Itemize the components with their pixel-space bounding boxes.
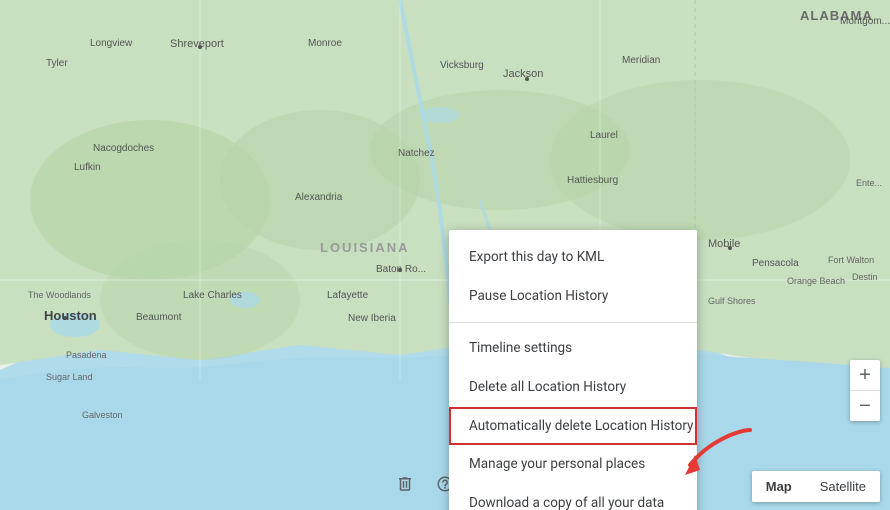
menu-divider-1 [449,322,697,323]
map-type-toggle: Map Satellite [752,471,880,502]
zoom-out-button[interactable]: − [850,391,880,421]
map-container: ALABAMA LOUISIANA Shreveport Longview Ty… [0,0,890,510]
map-type-map-button[interactable]: Map [752,471,806,502]
menu-item-export-kml[interactable]: Export this day to KML [449,238,697,277]
trash-button[interactable] [387,466,423,502]
menu-item-timeline-settings[interactable]: Timeline settings [449,329,697,368]
menu-item-pause-history[interactable]: Pause Location History [449,277,697,316]
menu-item-download-data[interactable]: Download a copy of all your data [449,484,697,510]
map-background [0,0,890,510]
map-type-satellite-button[interactable]: Satellite [806,471,880,502]
zoom-controls: + − [850,360,880,421]
dropdown-menu: Export this day to KML Pause Location Hi… [449,230,697,510]
zoom-in-button[interactable]: + [850,360,880,390]
menu-item-manage-places[interactable]: Manage your personal places [449,445,697,484]
menu-item-auto-delete[interactable]: Automatically delete Location History [449,407,697,446]
menu-item-delete-history[interactable]: Delete all Location History [449,368,697,407]
